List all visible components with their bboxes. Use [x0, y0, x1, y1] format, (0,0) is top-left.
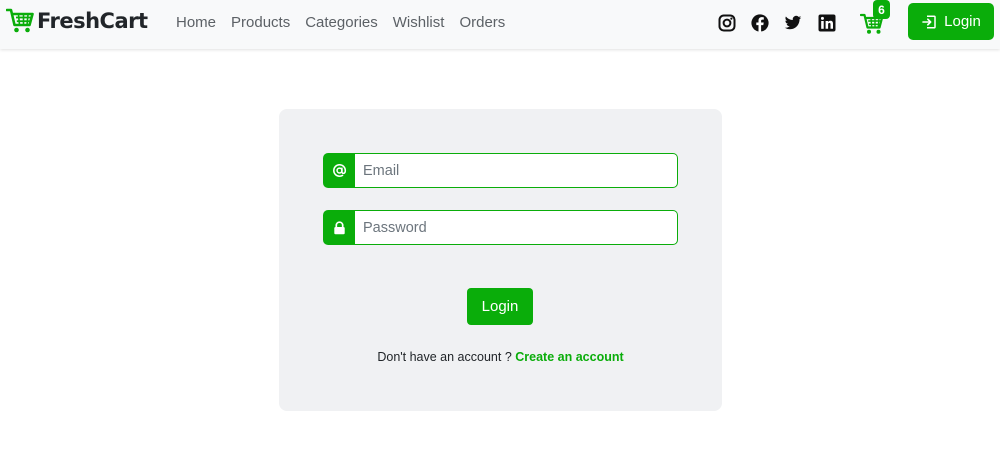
brand-logo[interactable]: FreshCart: [6, 8, 148, 34]
email-input-group: [323, 153, 678, 188]
navbar: FreshCart Home Products Categories Wishl…: [0, 0, 1000, 49]
login-card: Login Don't have an account ? Create an …: [279, 109, 722, 411]
password-input-group: [323, 210, 678, 245]
nav-link-orders[interactable]: Orders: [459, 14, 505, 31]
signup-prompt: Don't have an account ? Create an accoun…: [279, 350, 722, 364]
at-sign-icon: [323, 153, 355, 188]
password-input[interactable]: [355, 210, 678, 245]
facebook-icon[interactable]: [751, 14, 769, 32]
no-account-text: Don't have an account ?: [377, 350, 512, 364]
cart-logo-icon: [6, 8, 34, 33]
twitter-icon[interactable]: [784, 14, 802, 32]
nav-links: Home Products Categories Wishlist Orders: [176, 0, 505, 44]
nav-link-products[interactable]: Products: [231, 14, 290, 31]
brand-name: FreshCart: [37, 9, 148, 33]
nav-link-categories[interactable]: Categories: [305, 14, 378, 31]
nav-login-label: Login: [944, 13, 981, 30]
linkedin-icon[interactable]: [818, 14, 836, 32]
login-submit-button[interactable]: Login: [467, 288, 533, 325]
nav-link-home[interactable]: Home: [176, 14, 216, 31]
login-icon: [922, 14, 936, 29]
create-account-link[interactable]: Create an account: [515, 350, 623, 364]
nav-link-wishlist[interactable]: Wishlist: [393, 14, 445, 31]
nav-login-button[interactable]: Login: [908, 3, 994, 40]
cart-count-badge: 6: [873, 0, 890, 19]
email-input[interactable]: [355, 153, 678, 188]
lock-icon: [323, 210, 355, 245]
instagram-icon[interactable]: [718, 14, 736, 32]
